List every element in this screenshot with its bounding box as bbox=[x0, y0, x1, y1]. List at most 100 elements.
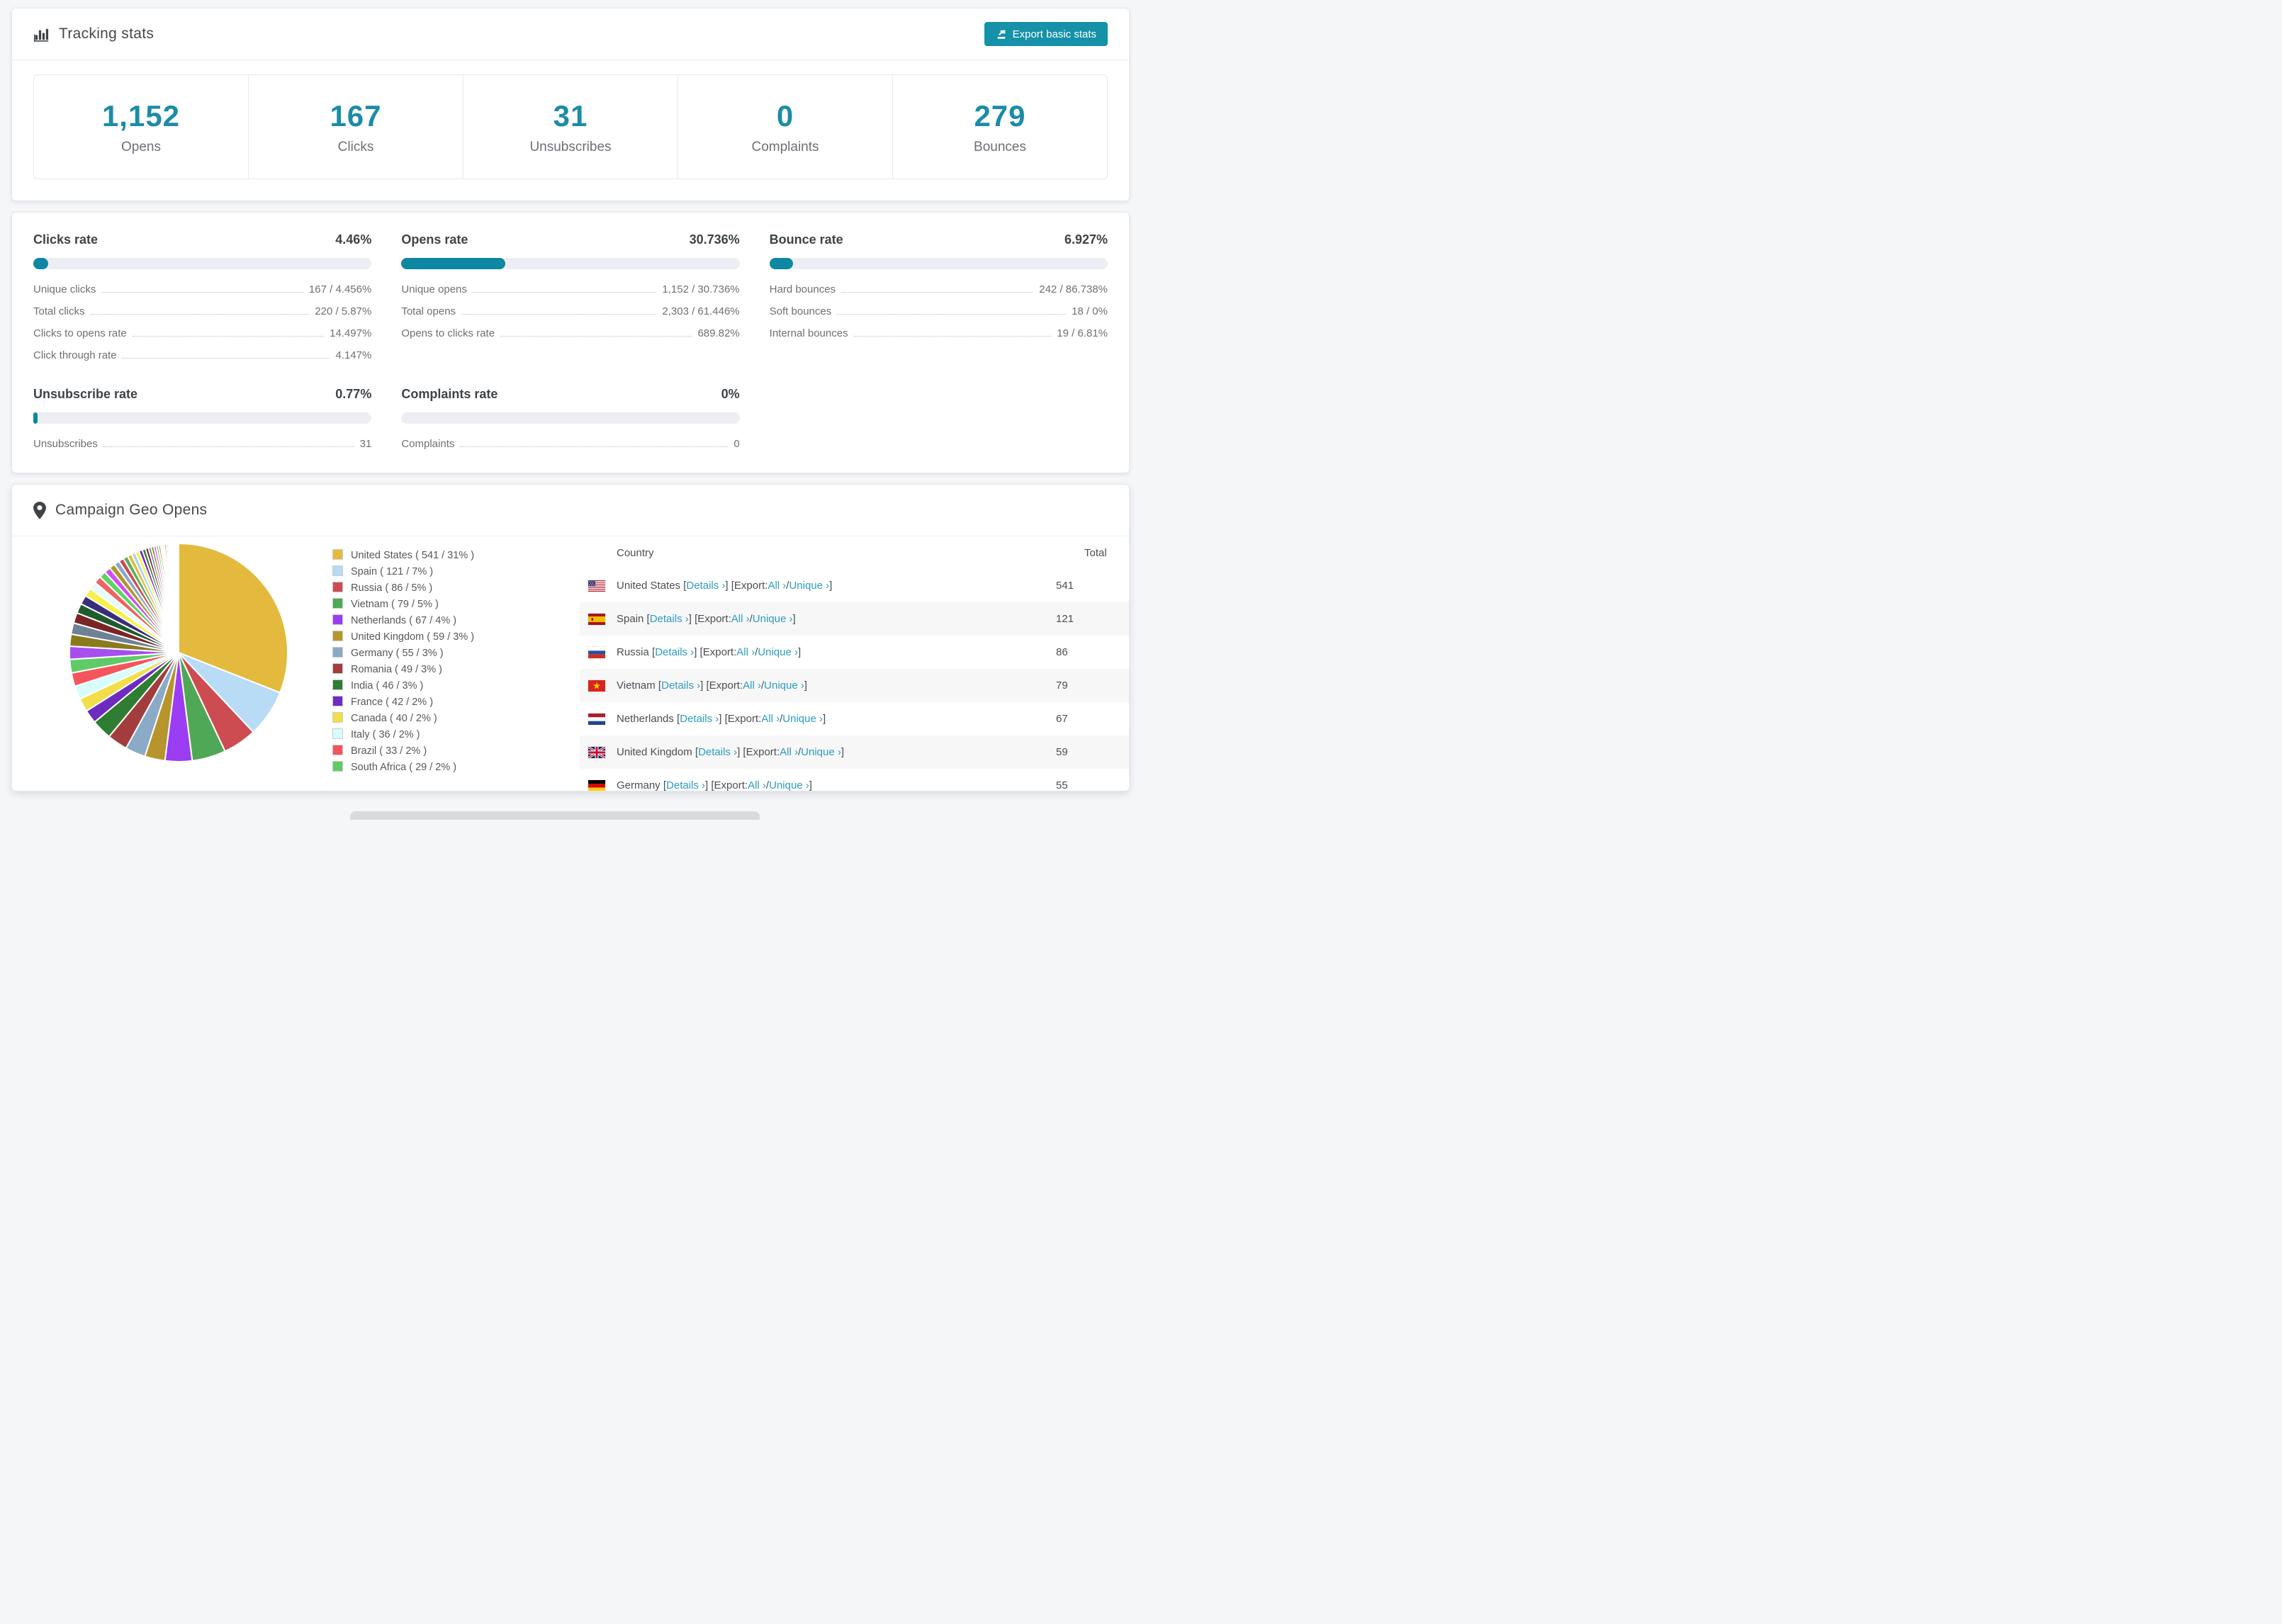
legend-label: Spain ( 121 / 7% ) bbox=[351, 566, 434, 577]
rate-value: 4.46% bbox=[335, 232, 372, 247]
export-unique-link[interactable]: Unique › bbox=[801, 746, 841, 758]
country-cell: Netherlands [Details ›] [Export: All › /… bbox=[588, 713, 1056, 725]
country-cell: Spain [Details ›] [Export: All › / Uniqu… bbox=[588, 613, 1056, 625]
bracket: ] [Export: bbox=[719, 713, 762, 725]
bracket: ] bbox=[841, 746, 845, 758]
rate-progress-fill bbox=[33, 258, 49, 269]
export-all-link[interactable]: All › bbox=[780, 746, 798, 758]
stat-label: Opens bbox=[121, 139, 161, 154]
export-unique-link[interactable]: Unique › bbox=[753, 613, 793, 625]
stat-unsubscribes: 31 Unsubscribes bbox=[463, 75, 678, 179]
details-link[interactable]: Details › bbox=[680, 713, 719, 725]
export-all-link[interactable]: All › bbox=[748, 779, 766, 791]
bracket: ] bbox=[829, 580, 833, 592]
export-unique-link[interactable]: Unique › bbox=[782, 713, 823, 725]
rate-detail-label: Opens to clicks rate bbox=[401, 327, 495, 339]
rate-detail-label: Complaints bbox=[401, 438, 455, 450]
export-basic-stats-button[interactable]: Export basic stats bbox=[984, 22, 1108, 46]
country-cell: Vietnam [Details ›] [Export: All › / Uni… bbox=[588, 680, 1056, 692]
details-link[interactable]: Details › bbox=[666, 779, 705, 791]
rate-block-clicks-rate: Clicks rate 4.46% Unique clicks 167 / 4.… bbox=[33, 232, 372, 361]
stats-row: 1,152 Opens 167 Clicks 31 Unsubscribes 0 Co… bbox=[33, 74, 1108, 179]
export-all-link[interactable]: All › bbox=[768, 580, 786, 592]
stat-clicks: 167 Clicks bbox=[249, 75, 463, 179]
export-all-link[interactable]: All › bbox=[731, 613, 750, 625]
rate-detail-row: Complaints 0 bbox=[401, 438, 739, 450]
export-unique-link[interactable]: Unique › bbox=[758, 646, 798, 658]
legend-swatch bbox=[332, 565, 343, 576]
bracket: [ bbox=[648, 646, 656, 658]
legend-swatch bbox=[332, 712, 343, 723]
column-total: Total bbox=[1084, 546, 1107, 559]
rate-detail-value: 242 / 86.738% bbox=[1039, 283, 1108, 295]
rate-head: Unsubscribe rate 0.77% bbox=[33, 387, 371, 402]
details-link[interactable]: Details › bbox=[661, 680, 700, 692]
legend-item: Canada ( 40 / 2% ) bbox=[332, 711, 474, 727]
details-link[interactable]: Details › bbox=[655, 646, 694, 658]
rate-detail-value: 31 bbox=[359, 438, 372, 450]
stat-value: 279 bbox=[974, 98, 1026, 132]
rate-head: Opens rate 30.736% bbox=[401, 232, 739, 247]
export-unique-link[interactable]: Unique › bbox=[789, 580, 829, 592]
legend-swatch bbox=[332, 598, 343, 609]
legend-swatch bbox=[332, 663, 343, 674]
export-button-label: Export basic stats bbox=[1012, 28, 1096, 40]
rate-progress-fill bbox=[401, 258, 506, 269]
bracket: ] bbox=[804, 680, 808, 692]
export-all-link[interactable]: All › bbox=[736, 646, 755, 658]
rate-detail-value: 167 / 4.456% bbox=[308, 283, 372, 295]
export-unique-link[interactable]: Unique › bbox=[769, 779, 809, 791]
legend-item: Brazil ( 33 / 2% ) bbox=[332, 743, 474, 760]
rate-detail-label: Total clicks bbox=[33, 305, 85, 317]
geo-header: Campaign Geo Opens bbox=[12, 485, 1129, 536]
bracket: ] bbox=[809, 779, 812, 791]
gb-flag-icon bbox=[588, 746, 605, 758]
legend-label: France ( 42 / 2% ) bbox=[351, 697, 434, 708]
legend-label: Germany ( 55 / 3% ) bbox=[351, 648, 444, 659]
dotted-leader bbox=[103, 446, 354, 447]
rate-detail-row: Click through rate 4.147% bbox=[33, 349, 371, 361]
geo-table-rows: United States [Details ›] [Export: All ›… bbox=[580, 569, 1129, 791]
details-link[interactable]: Details › bbox=[650, 613, 689, 625]
details-link[interactable]: Details › bbox=[698, 746, 737, 758]
legend-label: Brazil ( 33 / 2% ) bbox=[351, 745, 427, 757]
dotted-leader bbox=[90, 314, 310, 315]
export-unique-link[interactable]: Unique › bbox=[764, 680, 804, 692]
vn-flag-icon bbox=[588, 680, 605, 692]
country-name: Germany bbox=[617, 779, 661, 791]
rate-title: Bounce rate bbox=[769, 232, 843, 247]
details-link[interactable]: Details › bbox=[686, 580, 725, 592]
legend-swatch bbox=[332, 680, 343, 690]
export-icon bbox=[997, 30, 1005, 39]
column-country: Country bbox=[617, 546, 654, 559]
bar-chart-icon bbox=[33, 28, 49, 42]
legend-item: France ( 42 / 2% ) bbox=[332, 694, 474, 711]
total-cell: 59 bbox=[1056, 746, 1068, 758]
legend-label: United States ( 541 / 31% ) bbox=[351, 550, 475, 561]
geo-table-row-nl: Netherlands [Details ›] [Export: All › /… bbox=[580, 702, 1129, 735]
country-name: Spain bbox=[617, 613, 644, 625]
rate-detail-row: Internal bounces 19 / 6.81% bbox=[770, 327, 1108, 339]
export-all-link[interactable]: All › bbox=[743, 680, 761, 692]
legend-item: Germany ( 55 / 3% ) bbox=[332, 645, 474, 662]
bracket: ] bbox=[792, 613, 796, 625]
stat-bounces: 279 Bounces bbox=[893, 75, 1107, 179]
total-cell: 541 bbox=[1056, 580, 1074, 592]
stat-value: 0 bbox=[776, 98, 794, 132]
legend-item: Netherlands ( 67 / 4% ) bbox=[332, 613, 474, 629]
legend-item: United States ( 541 / 31% ) bbox=[332, 548, 474, 564]
rate-detail-label: Unique opens bbox=[401, 283, 467, 295]
stat-label: Bounces bbox=[974, 139, 1026, 154]
bracket: ] [Export: bbox=[700, 680, 743, 692]
map-pin-icon bbox=[33, 501, 46, 519]
geo-body: United States ( 541 / 31% ) Spain ( 121 /… bbox=[12, 536, 1129, 791]
rate-block-unsubscribe-rate: Unsubscribe rate 0.77% Unsubscribes 31 bbox=[33, 387, 372, 450]
legend-label: Russia ( 86 / 5% ) bbox=[351, 582, 433, 594]
pie-slice bbox=[176, 542, 179, 653]
bracket: ] [Export: bbox=[694, 646, 737, 658]
rate-detail-label: Internal bounces bbox=[769, 327, 848, 339]
dotted-leader bbox=[853, 336, 1052, 337]
export-all-link[interactable]: All › bbox=[761, 713, 780, 725]
legend-label: Vietnam ( 79 / 5% ) bbox=[351, 599, 439, 610]
rate-detail-label: Total opens bbox=[401, 305, 456, 317]
